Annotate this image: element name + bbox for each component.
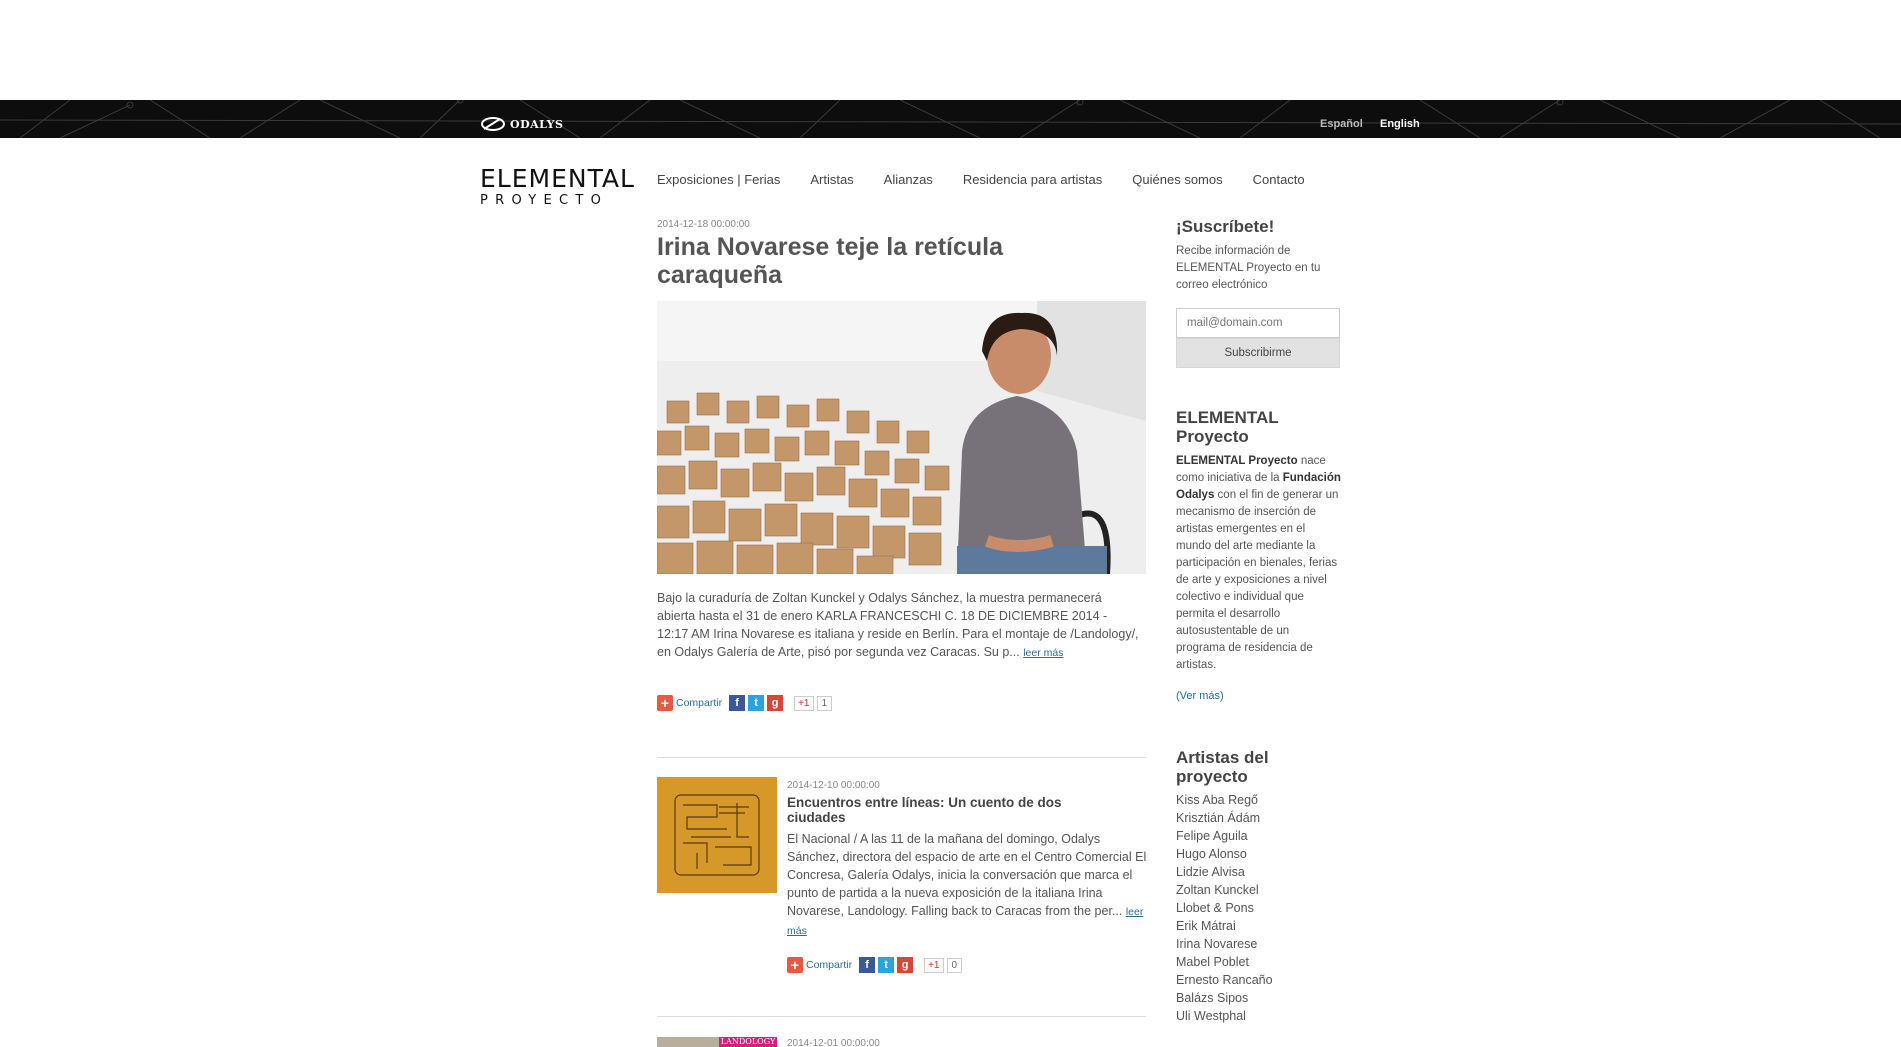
artist-link[interactable]: Kiss Aba Regő	[1176, 791, 1341, 809]
language-espanol-link[interactable]: Español	[1320, 118, 1363, 130]
artist-link[interactable]: Felipe Aguila	[1176, 827, 1341, 845]
artist-photo	[657, 301, 1146, 574]
odalys-logo[interactable]: ODALYS	[480, 116, 563, 132]
share-label[interactable]: Compartir	[676, 697, 722, 709]
nav-residencia[interactable]: Residencia para artistas	[963, 172, 1102, 187]
subscribe-title: ¡Suscríbete!	[1176, 217, 1275, 236]
about-text: ELEMENTAL Proyecto nace como iniciativa …	[1176, 453, 1341, 674]
post-excerpt: El Nacional / A las 11 de la mañana del …	[787, 830, 1147, 940]
nav-contacto[interactable]: Contacto	[1253, 172, 1305, 187]
post-share-bar: + Compartir f t g +1 0	[787, 957, 963, 973]
post-excerpt-text: El Nacional / A las 11 de la mañana del …	[787, 832, 1147, 918]
email-input[interactable]	[1176, 308, 1340, 338]
top-bar	[0, 100, 1901, 138]
artist-link[interactable]: Krisztián Ádám	[1176, 809, 1341, 827]
facebook-icon[interactable]: f	[859, 957, 876, 973]
featured-post-title[interactable]: Irina Novarese teje la retícula caraqueñ…	[657, 233, 1087, 289]
twitter-icon[interactable]: t	[878, 957, 895, 973]
featured-share-bar: + Compartir f t g +1 1	[657, 695, 833, 711]
post-divider	[657, 1016, 1146, 1017]
logo-line1: ELEMENTAL	[480, 164, 635, 193]
language-english-link[interactable]: English	[1380, 118, 1420, 130]
artist-link[interactable]: Ernesto Rancaño	[1176, 971, 1341, 989]
artist-link[interactable]: Zoltan Kunckel	[1176, 881, 1341, 899]
about-title: ELEMENTAL Proyecto	[1176, 408, 1279, 446]
featured-read-more-link[interactable]: leer más	[1023, 647, 1063, 659]
artist-link[interactable]: Hugo Alonso	[1176, 845, 1341, 863]
about-text-2: con el fin de generar un mecanismo de in…	[1176, 489, 1339, 671]
odalys-logo-text: ODALYS	[510, 117, 564, 131]
share-label[interactable]: Compartir	[806, 959, 852, 971]
featured-post-date: 2014-12-18 00:00:00	[657, 219, 750, 230]
featured-post-excerpt-text: Bajo la curaduría de Zoltan Kunckel y Od…	[657, 591, 1139, 659]
about-more-link[interactable]: (Ver más)	[1176, 690, 1224, 702]
google-plusone-button[interactable]: +1	[794, 695, 814, 711]
post-thumbnail[interactable]: LANDOLOGY	[657, 1037, 777, 1047]
post-date: 2014-12-01 00:00:00	[787, 1038, 880, 1047]
google-plus-icon[interactable]: g	[897, 957, 914, 973]
artist-link[interactable]: Lidzie Alvisa	[1176, 863, 1341, 881]
facebook-icon[interactable]: f	[729, 695, 746, 711]
twitter-icon[interactable]: t	[748, 695, 765, 711]
odalys-logo-icon	[481, 117, 505, 131]
nav-quienes-somos[interactable]: Quiénes somos	[1132, 172, 1222, 187]
nav-exposiciones[interactable]: Exposiciones | Ferias	[657, 172, 780, 187]
artists-title: Artistas del proyecto	[1176, 748, 1269, 786]
decorative-line-pattern	[0, 100, 1901, 138]
google-plus-icon[interactable]: g	[767, 695, 784, 711]
artist-link[interactable]: Mabel Poblet	[1176, 953, 1341, 971]
share-plus-icon[interactable]: +	[787, 957, 803, 973]
artist-link[interactable]: Erik Mátrai	[1176, 917, 1341, 935]
elemental-proyecto-logo[interactable]: ELEMENTAL PROYECTO	[480, 164, 635, 208]
plusone-count: 1	[816, 695, 833, 711]
plusone-count: 0	[946, 957, 963, 973]
google-plusone-button[interactable]: +1	[924, 957, 944, 973]
featured-post-excerpt: Bajo la curaduría de Zoltan Kunckel y Od…	[657, 589, 1139, 662]
artists-section: Artistas del proyecto Kiss Aba Regő Kris…	[1176, 748, 1341, 1025]
about-section: ELEMENTAL Proyecto ELEMENTAL Proyecto na…	[1176, 408, 1341, 705]
share-plus-icon[interactable]: +	[657, 695, 673, 711]
about-bold-1: ELEMENTAL Proyecto	[1176, 455, 1298, 467]
subscribe-text: Recibe información de ELEMENTAL Proyecto…	[1176, 245, 1321, 291]
post-date: 2014-12-10 00:00:00	[787, 780, 880, 791]
post-title[interactable]: Encuentros entre líneas: Un cuento de do…	[787, 795, 1117, 825]
artwork-thumbnail	[657, 777, 777, 893]
artist-link[interactable]: Uli Westphal	[1176, 1007, 1341, 1025]
nav-artistas[interactable]: Artistas	[810, 172, 853, 187]
post-divider	[657, 757, 1146, 758]
main-nav: Exposiciones | Ferias Artistas Alianzas …	[657, 172, 1335, 187]
featured-post-image[interactable]	[657, 301, 1146, 574]
landology-label: LANDOLOGY	[719, 1037, 777, 1047]
artist-link[interactable]: Balázs Sipos	[1176, 989, 1341, 1007]
nav-alianzas[interactable]: Alianzas	[884, 172, 933, 187]
artists-list: Kiss Aba Regő Krisztián Ádám Felipe Agui…	[1176, 791, 1341, 1025]
subscribe-section: ¡Suscríbete! Recibe información de ELEME…	[1176, 217, 1341, 294]
artist-link[interactable]: Irina Novarese	[1176, 935, 1341, 953]
subscribe-button[interactable]: Subscribirme	[1176, 338, 1340, 368]
post-thumbnail[interactable]	[657, 777, 777, 893]
logo-line2: PROYECTO	[480, 193, 609, 208]
artist-link[interactable]: Llobet & Pons	[1176, 899, 1341, 917]
